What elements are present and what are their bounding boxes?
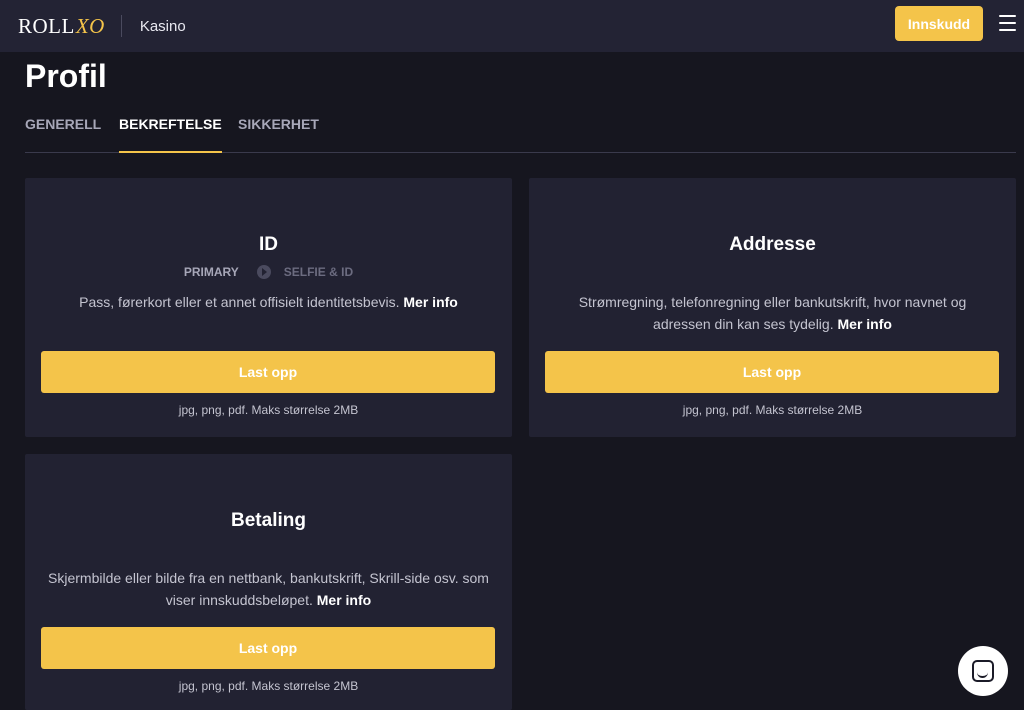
rollxo-logo[interactable]: ROLL XO bbox=[18, 14, 105, 39]
tab-general[interactable]: GENERELL bbox=[25, 116, 101, 153]
step-primary[interactable]: PRIMARY bbox=[184, 265, 239, 279]
tab-verification[interactable]: BEKREFTELSE bbox=[119, 116, 222, 153]
address-verification-card: Addresse Strømregning, telefonregning el… bbox=[529, 178, 1016, 437]
address-description-text: Strømregning, telefonregning eller banku… bbox=[578, 294, 967, 332]
card-title-payment: Betaling bbox=[231, 510, 306, 531]
payment-verification-card: Betaling Skjermbilde eller bilde fra en … bbox=[25, 454, 512, 710]
hamburger-icon[interactable] bbox=[999, 15, 1016, 31]
id-upload-hint: jpg, png, pdf. Maks størrelse 2MB bbox=[178, 403, 359, 417]
step-selfie-id[interactable]: SELFIE & ID bbox=[284, 265, 353, 279]
logo-mark: XO bbox=[75, 13, 105, 38]
profile-tabs: GENERELL BEKREFTELSE SIKKERHET bbox=[25, 116, 1016, 153]
id-more-info-link[interactable]: Mer info bbox=[403, 294, 457, 310]
logo-text: ROLL bbox=[18, 13, 75, 38]
payment-description-text: Skjermbilde eller bilde fra en nettbank,… bbox=[48, 570, 489, 608]
id-description-text: Pass, førerkort eller et annet offisielt… bbox=[79, 294, 400, 310]
address-more-info-link[interactable]: Mer info bbox=[838, 316, 892, 332]
id-description: Pass, førerkort eller et annet offisielt… bbox=[45, 291, 492, 313]
chat-launcher-button[interactable] bbox=[958, 646, 1008, 696]
chat-icon bbox=[972, 660, 994, 682]
header-divider bbox=[120, 15, 122, 37]
step-arrow-icon bbox=[256, 265, 271, 279]
tab-security[interactable]: SIKKERHET bbox=[238, 116, 319, 153]
payment-upload-hint: jpg, png, pdf. Maks størrelse 2MB bbox=[178, 679, 359, 693]
address-upload-button[interactable]: Last opp bbox=[545, 351, 999, 393]
top-bar: ROLL XO Kasino Innskudd bbox=[0, 0, 1024, 52]
id-upload-button[interactable]: Last opp bbox=[41, 351, 495, 393]
payment-upload-button[interactable]: Last opp bbox=[41, 627, 495, 669]
id-steps: PRIMARY SELFIE & ID bbox=[25, 265, 512, 279]
section-label-casino[interactable]: Kasino bbox=[140, 18, 186, 35]
address-description: Strømregning, telefonregning eller banku… bbox=[549, 291, 996, 335]
card-title-id: ID bbox=[259, 234, 278, 255]
page-title: Profil bbox=[25, 58, 107, 94]
payment-description: Skjermbilde eller bilde fra en nettbank,… bbox=[45, 567, 492, 611]
address-upload-hint: jpg, png, pdf. Maks størrelse 2MB bbox=[682, 403, 863, 417]
card-title-address: Addresse bbox=[729, 234, 816, 255]
deposit-button[interactable]: Innskudd bbox=[895, 6, 983, 41]
payment-more-info-link[interactable]: Mer info bbox=[317, 592, 371, 608]
id-verification-card: ID PRIMARY SELFIE & ID Pass, førerkort e… bbox=[25, 178, 512, 437]
